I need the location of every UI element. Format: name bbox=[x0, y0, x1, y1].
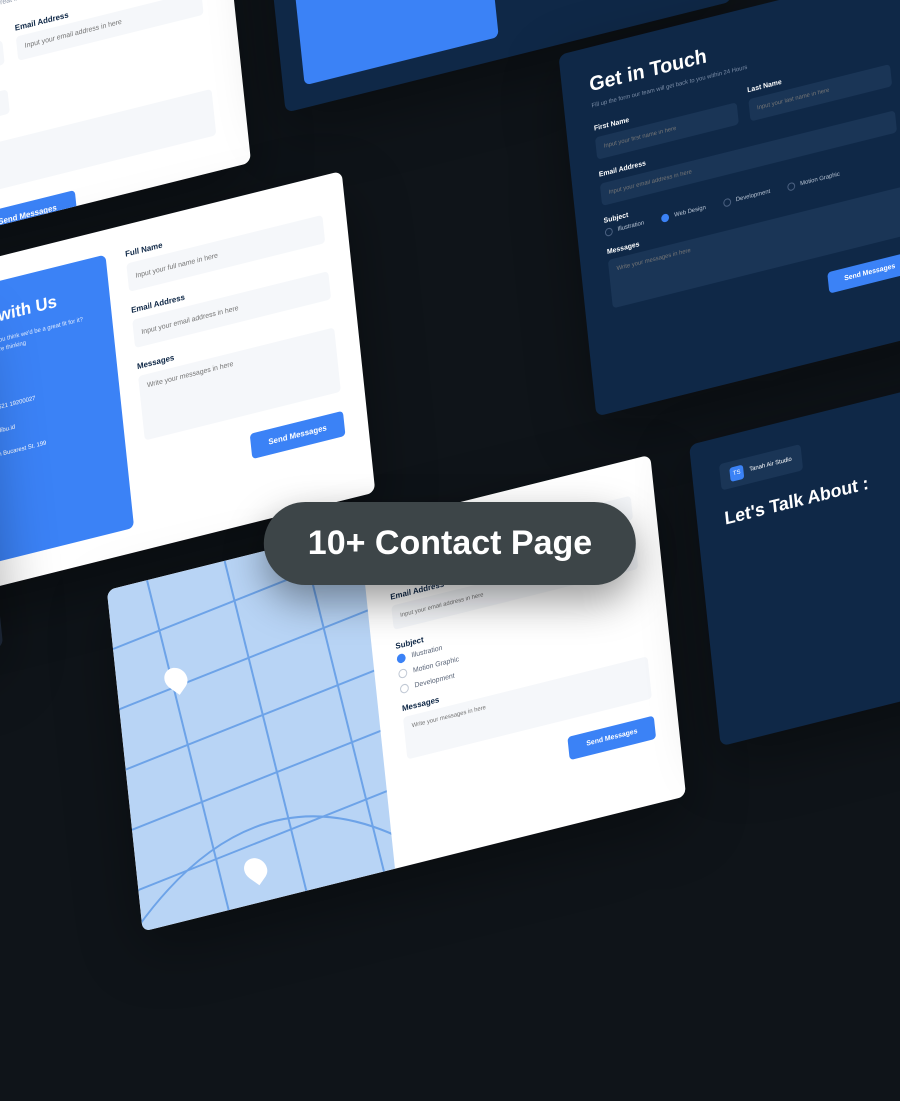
studio-chip[interactable]: TS Tanah Air Studio bbox=[719, 444, 803, 490]
messages-input[interactable] bbox=[608, 187, 900, 309]
avatar-icon: TS bbox=[729, 465, 744, 482]
send-button[interactable]: Send Messages bbox=[828, 252, 900, 294]
radio-icon bbox=[398, 668, 408, 679]
radio-icon bbox=[661, 213, 670, 223]
get-in-touch-card: Get in Touch Fill up the form our team w… bbox=[558, 0, 900, 417]
send-button[interactable]: Send Messages bbox=[568, 716, 656, 761]
radio-icon bbox=[723, 198, 732, 208]
info-panel: Let's talk with Us Have a project in min… bbox=[0, 255, 134, 579]
headline-badge: 10+ Contact Page bbox=[264, 502, 636, 585]
chip-label: Tanah Air Studio bbox=[749, 457, 792, 474]
map-panel[interactable]: OPEN MAP bbox=[107, 527, 395, 931]
radio-icon bbox=[396, 653, 406, 664]
info-panel: Let's talk with Us Have a project in min… bbox=[280, 0, 499, 85]
lets-talk-about-card: TS Tanah Air Studio Let's Talk About : bbox=[689, 358, 900, 746]
send-button[interactable]: Send Messages bbox=[250, 411, 346, 459]
send-button[interactable]: Send Messages bbox=[0, 190, 77, 239]
radio-icon bbox=[400, 683, 410, 694]
radio-icon bbox=[605, 227, 614, 237]
radio-icon bbox=[787, 182, 796, 192]
